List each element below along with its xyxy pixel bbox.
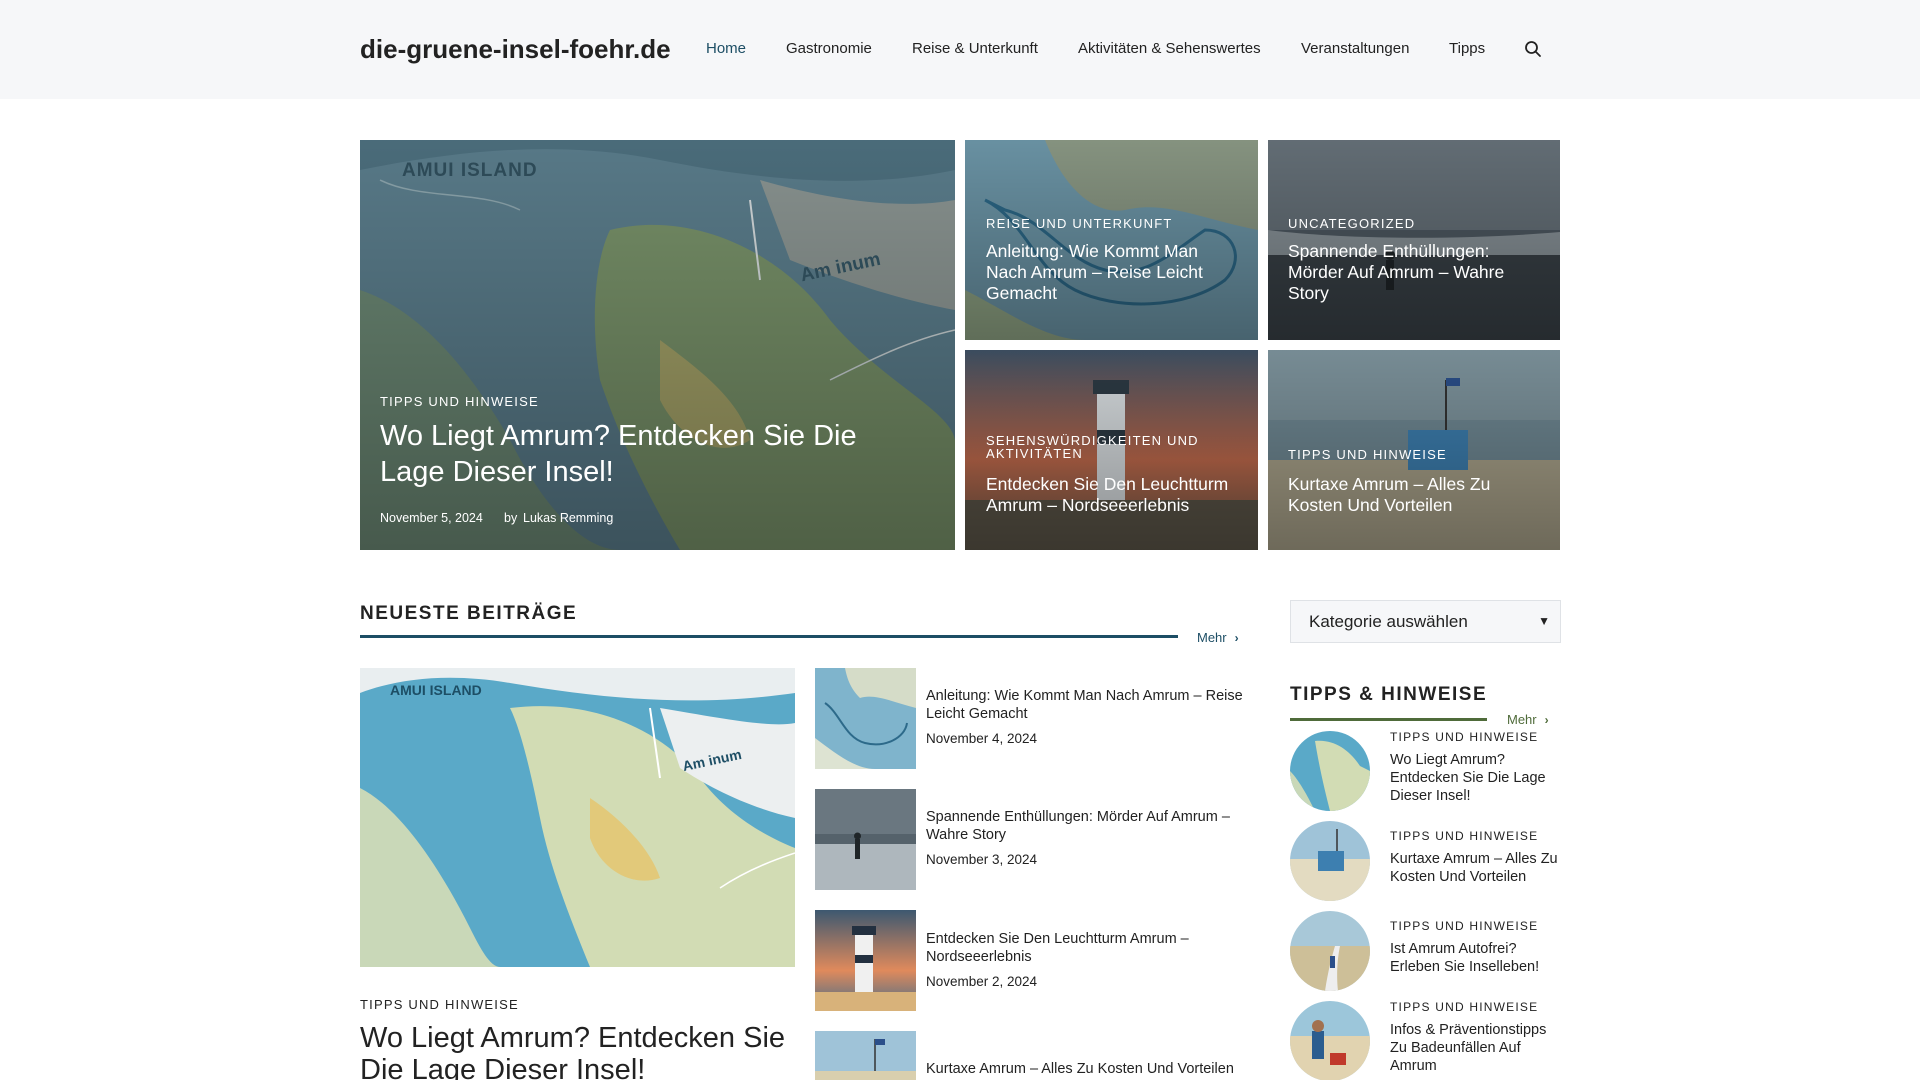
post-title[interactable]: Wo Liegt Amrum? Entdecken Sie Die Lage D… <box>380 418 920 490</box>
chevron-right-icon: › <box>1234 631 1239 645</box>
site-header: die-gruene-insel-foehr.de Home Gastronom… <box>0 0 1920 99</box>
post-title[interactable]: Wo Liegt Amrum? Entdecken Sie Die Lage D… <box>1390 751 1565 805</box>
post-title[interactable]: Anleitung: Wie Kommt Man Nach Amrum – Re… <box>986 241 1236 304</box>
post-thumbnail[interactable] <box>1290 1001 1370 1080</box>
beach-kiosk-image <box>815 1031 916 1080</box>
hero-post-tile[interactable]: REISE UND UNTERKUNFT Anleitung: Wie Komm… <box>965 140 1258 340</box>
chevron-right-icon: › <box>1544 713 1549 727</box>
post-category[interactable]: REISE UND UNTERKUNFT <box>986 217 1173 230</box>
post-thumbnail[interactable] <box>815 668 916 769</box>
post-category[interactable]: SEHENSWÜRDIGKEITEN UND AKTIVITÄTEN <box>986 434 1236 460</box>
post-category[interactable]: TIPPS UND HINWEISE <box>1390 829 1538 843</box>
post-category[interactable]: UNCATEGORIZED <box>1288 217 1415 230</box>
hero-post-tile[interactable]: TIPPS UND HINWEISE Kurtaxe Amrum – Alles… <box>1268 350 1560 550</box>
more-link[interactable]: Mehr › <box>1507 712 1549 727</box>
post-thumbnail[interactable] <box>1290 821 1370 901</box>
post-date: November 4, 2024 <box>926 731 1038 746</box>
beach-people-image <box>1290 1001 1370 1080</box>
post-thumbnail[interactable] <box>815 910 916 1011</box>
post-title[interactable]: Kurtaxe Amrum – Alles Zu Kosten Und Vort… <box>1288 474 1538 516</box>
search-icon[interactable] <box>1524 40 1542 58</box>
category-select[interactable]: Kategorie auswählen ▼ <box>1290 600 1561 643</box>
post-author[interactable]: Lukas Remming <box>523 511 613 525</box>
map-label: AMUI ISLAND <box>390 682 482 698</box>
nav-reise-unterkunft[interactable]: Reise & Unterkunft <box>912 40 1038 57</box>
hero-post-tile[interactable]: SEHENSWÜRDIGKEITEN UND AKTIVITÄTEN Entde… <box>965 350 1258 550</box>
post-category[interactable]: TIPPS UND HINWEISE <box>1288 448 1447 461</box>
post-date: November 5, 2024 <box>380 511 483 525</box>
hero-post-tile[interactable]: UNCATEGORIZED Spannende Enthüllungen: Mö… <box>1268 140 1560 340</box>
person-on-beach-image <box>815 789 916 890</box>
post-title[interactable]: Kurtaxe Amrum – Alles Zu Kosten Und Vort… <box>926 1060 1256 1078</box>
main-nav: Home Gastronomie Reise & Unterkunft Akti… <box>0 40 1920 60</box>
post-title[interactable]: Entdecken Sie Den Leuchtturm Amrum – Nor… <box>986 474 1246 516</box>
hero-main-post[interactable]: AMUI ISLAND Am inum TIPPS UND HINWEISE W… <box>360 140 955 550</box>
post-title[interactable]: Anleitung: Wie Kommt Man Nach Amrum – Re… <box>926 687 1256 723</box>
section-divider <box>360 635 1178 638</box>
post-by-label: by <box>504 511 518 525</box>
nav-tipps[interactable]: Tipps <box>1449 40 1485 57</box>
post-thumbnail[interactable] <box>815 1031 916 1080</box>
section-heading: NEUESTE BEITRÄGE <box>360 603 578 624</box>
post-title[interactable]: Kurtaxe Amrum – Alles Zu Kosten Und Vort… <box>1390 850 1565 886</box>
post-title[interactable]: Ist Amrum Autofrei? Erleben Sie Inselleb… <box>1390 940 1565 976</box>
map-label: AMUI ISLAND <box>402 160 538 181</box>
post-title[interactable]: Wo Liegt Amrum? Entdecken Sie Die Lage D… <box>360 1022 800 1080</box>
image-overlay <box>965 140 1258 340</box>
beach-path-image <box>1290 911 1370 991</box>
post-title[interactable]: Spannende Enthüllungen: Mörder Auf Amrum… <box>1288 241 1538 304</box>
post-thumbnail[interactable] <box>815 789 916 890</box>
image-overlay <box>1268 140 1560 340</box>
post-category[interactable]: TIPPS UND HINWEISE <box>360 997 519 1012</box>
lighthouse-image <box>815 910 916 1011</box>
post-title[interactable]: Entdecken Sie Den Leuchtturm Amrum – Nor… <box>926 930 1256 966</box>
post-thumbnail[interactable] <box>1290 911 1370 991</box>
post-category[interactable]: TIPPS UND HINWEISE <box>1390 919 1538 933</box>
post-category[interactable]: TIPPS UND HINWEISE <box>1390 730 1538 744</box>
chevron-down-icon: ▼ <box>1538 614 1550 628</box>
post-category[interactable]: TIPPS UND HINWEISE <box>380 395 539 408</box>
nav-aktivitaeten[interactable]: Aktivitäten & Sehenswertes <box>1078 40 1261 57</box>
nav-veranstaltungen[interactable]: Veranstaltungen <box>1301 40 1409 57</box>
map-image <box>815 668 916 769</box>
beach-kiosk-image <box>1290 821 1370 901</box>
more-link[interactable]: Mehr › <box>1197 630 1239 645</box>
map-image <box>360 668 795 967</box>
map-image <box>1290 731 1370 811</box>
featured-post-image[interactable]: AMUI ISLAND Am inum <box>360 668 795 967</box>
post-category[interactable]: TIPPS UND HINWEISE <box>1390 1000 1538 1014</box>
section-heading: TIPPS & HINWEISE <box>1290 684 1488 705</box>
post-title[interactable]: Spannende Enthüllungen: Mörder Auf Amrum… <box>926 808 1256 844</box>
post-date: November 2, 2024 <box>926 974 1038 989</box>
section-divider <box>1290 718 1487 721</box>
post-thumbnail[interactable] <box>1290 731 1370 811</box>
nav-home[interactable]: Home <box>706 40 746 57</box>
nav-gastronomie[interactable]: Gastronomie <box>786 40 872 57</box>
post-title[interactable]: Infos & Präventionstipps Zu Badeunfällen… <box>1390 1021 1565 1075</box>
post-date: November 3, 2024 <box>926 852 1038 867</box>
